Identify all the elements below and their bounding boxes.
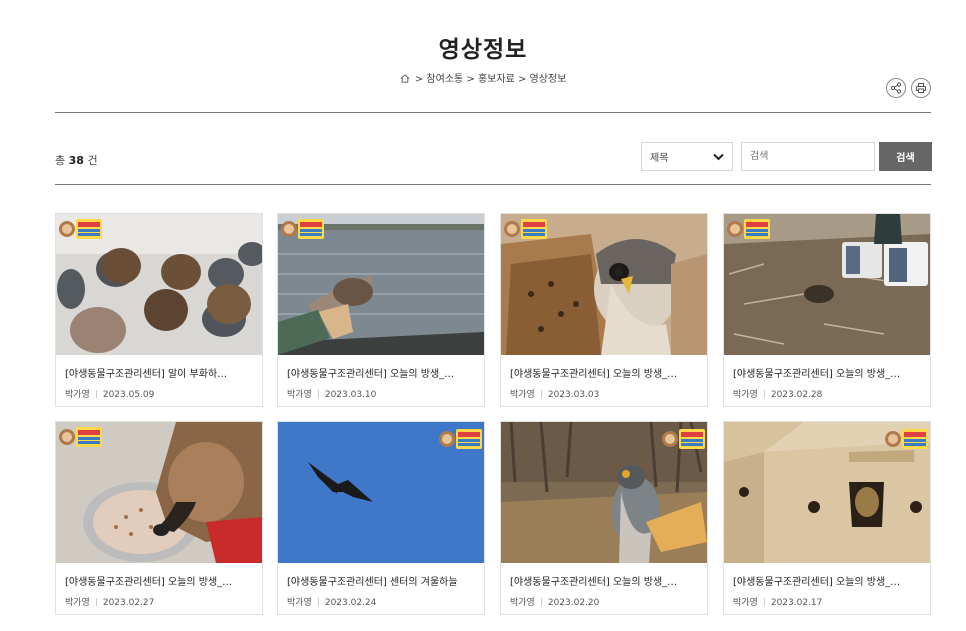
search-input[interactable] [741,142,875,171]
video-title[interactable]: [야생동물구조관리센터] 알이 부화하… [65,365,253,380]
channel-logo-icon [281,219,324,239]
channel-logo-icon [439,429,482,449]
video-meta: 박가영 2023.05.09 [65,387,154,400]
video-title[interactable]: [야생동물구조관리센터] 오늘의 방생_… [510,365,698,380]
search-button[interactable]: 검색 [879,142,932,171]
video-thumbnail[interactable] [278,422,484,563]
video-card[interactable]: [야생동물구조관리센터] 오늘의 방생_… 박가영 2023.02.28 [723,213,931,407]
total-number: 38 [68,154,84,167]
video-date: 2023.02.17 [770,598,823,608]
print-icon [916,83,926,93]
video-author: 박가영 [510,598,535,608]
home-icon[interactable] [400,74,410,86]
list-divider [55,184,931,185]
total-count: 총 38 건 [55,154,98,167]
video-card[interactable]: [야생동물구조관리센터] 센터의 겨울하늘 박가영 2023.02.24 [277,421,485,615]
share-button[interactable] [886,78,906,98]
video-thumbnail[interactable] [278,214,484,355]
video-author: 박가영 [733,390,758,400]
video-thumbnail[interactable] [56,422,262,563]
search-field-select[interactable]: 제목 [641,142,733,171]
video-author: 박가영 [287,598,312,608]
channel-logo-icon [885,429,928,449]
video-thumbnail[interactable] [56,214,262,355]
channel-logo-icon [504,219,547,239]
video-meta: 박가영 2023.03.10 [287,387,376,400]
video-meta: 박가영 2023.02.24 [287,595,376,608]
video-date: 2023.03.10 [324,390,377,400]
video-card[interactable]: [야생동물구조관리센터] 오늘의 방생_… 박가영 2023.02.20 [500,421,708,615]
video-date: 2023.02.20 [547,598,600,608]
video-title[interactable]: [야생동물구조관리센터] 오늘의 방생_… [510,573,698,588]
video-thumbnail[interactable] [501,214,707,355]
select-value: 제목 [650,153,669,164]
video-card[interactable]: [야생동물구조관리센터] 오늘의 방생_… 박가영 2023.02.17 [723,421,931,615]
channel-logo-icon [59,219,102,239]
video-card[interactable]: [야생동물구조관리센터] 오늘의 방생_… 박가영 2023.02.27 [55,421,263,615]
video-title[interactable]: [야생동물구조관리센터] 오늘의 방생_… [65,573,253,588]
video-author: 박가영 [510,390,535,400]
video-meta: 박가영 2023.03.03 [510,387,599,400]
breadcrumb: > 참여소통 > 홍보자료 > 영상정보 [0,70,966,86]
video-title[interactable]: [야생동물구조관리센터] 센터의 겨울하늘 [287,573,475,588]
video-thumbnail[interactable] [501,422,707,563]
page-title: 영상정보 [438,37,528,63]
print-button[interactable] [911,78,931,98]
video-meta: 박가영 2023.02.20 [510,595,599,608]
video-card[interactable]: [야생동물구조관리센터] 알이 부화하… 박가영 2023.05.09 [55,213,263,407]
breadcrumb-path: > 참여소통 > 홍보자료 > 영상정보 [414,74,567,85]
video-date: 2023.02.27 [102,598,155,608]
chevron-down-icon [713,153,724,160]
video-title[interactable]: [야생동물구조관리센터] 오늘의 방생_… [287,365,475,380]
video-thumbnail[interactable] [724,214,930,355]
video-date: 2023.02.24 [324,598,377,608]
video-meta: 박가영 2023.02.17 [733,595,822,608]
video-card[interactable]: [야생동물구조관리센터] 오늘의 방생_… 박가영 2023.03.10 [277,213,485,407]
channel-logo-icon [59,427,102,447]
top-divider [55,112,931,113]
video-date: 2023.05.09 [102,390,155,400]
video-thumbnail[interactable] [724,422,930,563]
video-date: 2023.03.03 [547,390,600,400]
video-author: 박가영 [733,598,758,608]
video-date: 2023.02.28 [770,390,823,400]
channel-logo-icon [727,219,770,239]
video-meta: 박가영 2023.02.27 [65,595,154,608]
channel-logo-icon [662,429,705,449]
video-card[interactable]: [야생동물구조관리센터] 오늘의 방생_… 박가영 2023.03.03 [500,213,708,407]
video-author: 박가영 [65,390,90,400]
video-meta: 박가영 2023.02.28 [733,387,822,400]
video-title[interactable]: [야생동물구조관리센터] 오늘의 방생_… [733,365,921,380]
video-author: 박가영 [65,598,90,608]
video-author: 박가영 [287,390,312,400]
share-icon [890,82,902,94]
video-title[interactable]: [야생동물구조관리센터] 오늘의 방생_… [733,573,921,588]
